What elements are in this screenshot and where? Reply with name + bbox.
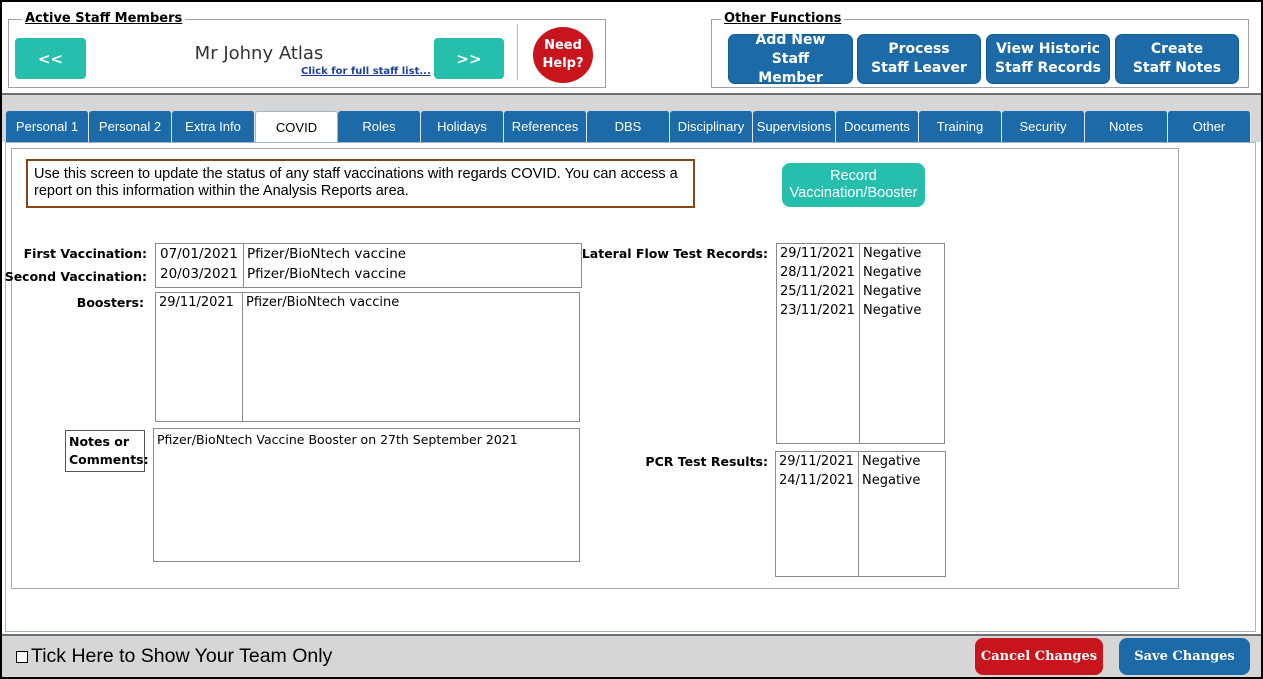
team-only-label: Tick Here to Show Your Team Only <box>31 645 333 667</box>
notes-field[interactable]: Pfizer/BioNtech Vaccine Booster on 27th … <box>153 428 580 562</box>
tab-supervisions[interactable]: Supervisions <box>753 111 836 142</box>
info-box: Use this screen to update the status of … <box>26 159 695 208</box>
pcr-result: Negative <box>862 473 921 488</box>
tab-roles[interactable]: Roles <box>338 111 421 142</box>
second-vaccination-label: Second Vaccination: <box>4 269 147 284</box>
tab-disciplinary[interactable]: Disciplinary <box>670 111 753 142</box>
team-only-checkbox[interactable] <box>16 650 28 663</box>
tab-training[interactable]: Training <box>919 111 1002 142</box>
pcr-result: Negative <box>862 454 921 469</box>
lft-date: 25/11/2021 <box>780 284 855 299</box>
tab-personal-1[interactable]: Personal 1 <box>6 111 89 142</box>
booster-date: 29/11/2021 <box>159 295 234 310</box>
pcr-date: 24/11/2021 <box>779 473 854 488</box>
lft-date: 29/11/2021 <box>780 246 855 261</box>
tab-personal-2[interactable]: Personal 2 <box>89 111 172 142</box>
tab-other[interactable]: Other <box>1168 111 1251 142</box>
pcr-date: 29/11/2021 <box>779 454 854 469</box>
lft-result: Negative <box>863 246 922 261</box>
tab-references[interactable]: References <box>504 111 587 142</box>
group-divider <box>517 24 518 80</box>
staff-name: Mr Johny Atlas <box>194 43 324 64</box>
tab-notes[interactable]: Notes <box>1085 111 1168 142</box>
notes-label-line-2: Comments: <box>69 452 149 467</box>
lateral-flow-list[interactable]: 29/11/2021 Negative 28/11/2021 Negative … <box>776 243 945 444</box>
pcr-label: PCR Test Results: <box>645 454 768 469</box>
notes-label-box: Notes or Comments: <box>65 430 149 472</box>
list-item[interactable]: 23/11/2021 Negative <box>777 302 944 321</box>
vaccination-date: 20/03/2021 <box>160 266 238 282</box>
vaccination-type: Pfizer/BioNtech vaccine <box>247 246 407 262</box>
lateral-flow-label: Lateral Flow Test Records: <box>581 246 768 261</box>
tab-documents[interactable]: Documents <box>836 111 919 142</box>
list-item[interactable]: 28/11/2021 Negative <box>777 264 944 283</box>
tab-extra-info[interactable]: Extra Info <box>172 111 255 142</box>
lft-date: 23/11/2021 <box>780 303 855 318</box>
need-help-label: Need Help? <box>542 38 584 71</box>
vaccination-date: 07/01/2021 <box>160 246 238 262</box>
list-item[interactable]: 24/11/2021 Negative <box>776 472 945 491</box>
create-staff-notes-button[interactable]: Create Staff Notes <box>1115 34 1239 84</box>
lft-result: Negative <box>863 303 922 318</box>
tab-holidays[interactable]: Holidays <box>421 111 504 142</box>
process-staff-leaver-button[interactable]: Process Staff Leaver <box>857 34 981 84</box>
pcr-list[interactable]: 29/11/2021 Negative 24/11/2021 Negative <box>775 451 946 577</box>
next-staff-button[interactable]: >> <box>434 38 504 79</box>
boosters-list[interactable]: 29/11/2021 Pfizer/BioNtech vaccine <box>155 292 580 422</box>
need-help-button[interactable]: Need Help? <box>533 27 593 83</box>
vaccinations-list[interactable]: 07/01/2021 Pfizer/BioNtech vaccine 20/03… <box>155 243 582 288</box>
team-only-toggle[interactable]: Tick Here to Show Your Team Only <box>16 645 332 668</box>
booster-type: Pfizer/BioNtech vaccine <box>246 295 400 310</box>
tab-dbs[interactable]: DBS <box>587 111 670 142</box>
lft-result: Negative <box>863 265 922 280</box>
tab-security[interactable]: Security <box>1002 111 1085 142</box>
record-vaccination-button[interactable]: Record Vaccination/Booster <box>782 163 925 207</box>
active-staff-group-title: Active Staff Members <box>22 11 186 26</box>
list-item[interactable]: 07/01/2021 Pfizer/BioNtech vaccine <box>156 245 581 264</box>
list-item[interactable]: 29/11/2021 Pfizer/BioNtech vaccine <box>156 294 579 313</box>
previous-staff-button[interactable]: << <box>15 38 86 79</box>
first-vaccination-label: First Vaccination: <box>23 246 147 261</box>
tab-covid[interactable]: COVID <box>255 111 338 143</box>
boosters-label: Boosters: <box>76 295 144 310</box>
notes-label-line-1: Notes or <box>69 434 130 449</box>
notes-value: Pfizer/BioNtech Vaccine Booster on 27th … <box>157 432 518 447</box>
full-staff-list-link[interactable]: Click for full staff list... <box>301 66 431 77</box>
view-historic-records-button[interactable]: View Historic Staff Records <box>986 34 1110 84</box>
vaccination-type: Pfizer/BioNtech vaccine <box>247 266 407 282</box>
lft-result: Negative <box>863 284 922 299</box>
lft-date: 28/11/2021 <box>780 265 855 280</box>
info-text: Use this screen to update the status of … <box>34 166 678 199</box>
list-item[interactable]: 20/03/2021 Pfizer/BioNtech vaccine <box>156 265 581 284</box>
record-vaccination-label: Record Vaccination/Booster <box>789 168 918 201</box>
list-item[interactable]: 29/11/2021 Negative <box>776 453 945 472</box>
cancel-changes-button[interactable]: Cancel Changes <box>975 638 1103 675</box>
add-new-staff-button[interactable]: Add New Staff Member <box>728 32 853 86</box>
other-functions-group-title: Other Functions <box>721 11 845 26</box>
list-item[interactable]: 25/11/2021 Negative <box>777 283 944 302</box>
list-item[interactable]: 29/11/2021 Negative <box>777 245 944 264</box>
save-changes-button[interactable]: Save Changes <box>1119 638 1250 675</box>
